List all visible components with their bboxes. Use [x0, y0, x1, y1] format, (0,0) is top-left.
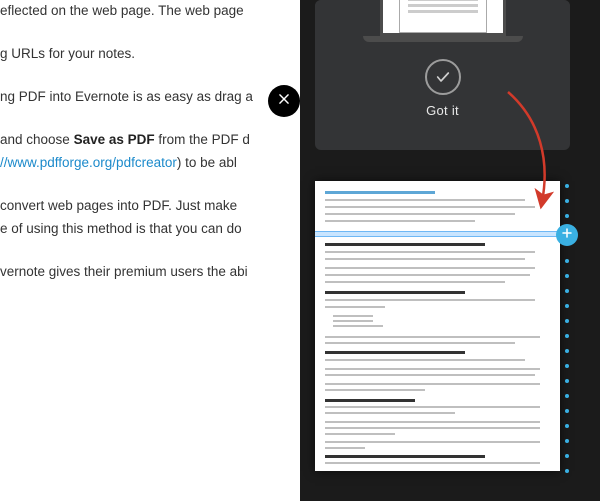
- close-icon: [277, 92, 291, 111]
- checkmark-icon: [425, 59, 461, 95]
- article-line: g URLs for your notes.: [0, 43, 292, 66]
- page-thumbnail[interactable]: [315, 181, 560, 471]
- got-it-button[interactable]: Got it: [315, 103, 570, 132]
- article-line: eflected on the web page. The web page: [0, 0, 292, 23]
- plus-icon: [561, 226, 573, 244]
- onboarding-card: Got it: [315, 0, 570, 150]
- article-line: ng PDF into Evernote is as easy as drag …: [0, 86, 292, 109]
- thumbnail-highlight: [315, 231, 560, 237]
- bold-save-as-pdf: Save as PDF: [74, 132, 155, 147]
- link-pdfcreator[interactable]: //www.pdfforge.org/pdfcreator: [0, 155, 177, 170]
- app-root: eflected on the web page. The web page g…: [0, 0, 600, 501]
- add-button[interactable]: [556, 224, 578, 246]
- article-line: vernote gives their premium users the ab…: [0, 261, 292, 284]
- article-line: convert web pages into PDF. Just make e …: [0, 195, 292, 241]
- article-body: eflected on the web page. The web page g…: [0, 0, 300, 501]
- article-line: and choose Save as PDF from the PDF d //…: [0, 129, 292, 175]
- close-button[interactable]: [268, 85, 300, 117]
- onboarding-illustration: [315, 0, 570, 44]
